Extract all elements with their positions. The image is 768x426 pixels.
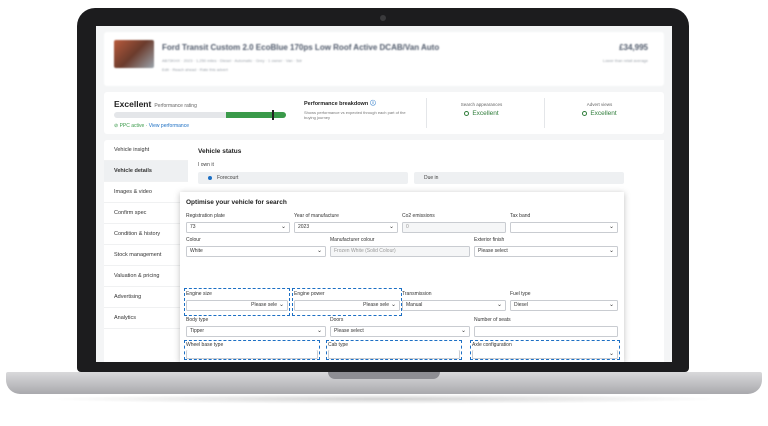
listing-actions[interactable]: Edit · Reach ahead · Rate this advert [162,67,228,72]
optimise-panel: Optimise your vehicle for search Registr… [180,192,624,362]
rating-value: Excellent [114,99,152,109]
performance-rating: Excellent Performance rating [114,99,197,109]
vehicle-thumbnail[interactable] [114,40,154,68]
laptop-base-notch [328,372,440,379]
manufacturer-colour-label: Manufacturer colour [330,237,375,243]
exterior-finish-select[interactable]: Please select ⌄ [474,246,618,257]
sidebar-item-condition-history[interactable]: Condition & history [104,224,188,245]
seats-input[interactable] [474,326,618,337]
status-option-due-in[interactable]: Due in [414,172,624,184]
tax-band-label: Tax band [510,213,531,219]
panel-title: Optimise your vehicle for search [186,199,287,206]
fuel-type-label: Fuel type [510,291,531,297]
engine-size-label: Engine size [186,291,212,297]
axle-config-label: Axle configuration [472,342,512,348]
screen: Ford Transit Custom 2.0 EcoBlue 170ps Lo… [96,26,672,362]
status-dot-icon [464,110,470,116]
co2-input[interactable]: 0 [402,222,506,233]
chevron-down-icon: ⌄ [608,302,614,308]
chevron-down-icon: ⌄ [390,302,396,308]
performance-marker [272,110,274,120]
colour-select[interactable]: White ⌄ [186,246,326,257]
exterior-finish-label: Exterior finish [474,237,505,243]
cab-type-label: Cab type [328,342,349,348]
co2-label: Co2 emissions [402,213,435,219]
body-type-label: Body type [186,317,209,323]
wheel-base-select[interactable] [186,350,318,359]
sidebar-item-stock-management[interactable]: Stock management [104,245,188,266]
colour-label: Colour [186,237,201,243]
transmission-label: Transmission [402,291,432,297]
chevron-down-icon: ⌄ [316,248,322,254]
metric-value: Excellent [427,110,536,117]
metric-search-appearances: Search appearances Excellent [426,98,536,128]
chevron-down-icon: ⌄ [496,302,502,308]
sidebar-item-vehicle-details[interactable]: Vehicle details [104,161,188,182]
laptop-base [6,372,762,394]
doors-label: Doors [330,317,344,323]
rating-label: Performance rating [154,103,197,109]
radio-selected-icon [208,175,212,180]
chevron-down-icon: ⌄ [316,328,322,334]
cab-type-select[interactable] [328,350,460,359]
performance-bar [114,112,286,118]
camera-icon [380,15,386,21]
wheel-base-label: Wheel base type [186,342,224,348]
chevron-down-icon: ⌄ [608,224,614,230]
manufacturer-colour-input[interactable]: Frozen White (Solid Colour) [330,246,470,257]
sidebar-item-valuation-pricing[interactable]: Valuation & pricing [104,266,188,287]
engine-power-input[interactable]: Please sele ⌄ [294,300,400,311]
chevron-down-icon: ⌄ [608,351,614,357]
own-label: I own it [198,162,214,168]
listing-price-note: Lower than retail average [602,58,648,63]
metric-advert-views: Advert views Excellent [544,98,654,128]
info-icon[interactable]: ⓘ [370,101,376,107]
laptop-shadow [40,394,728,404]
engine-power-label: Engine power [294,291,325,297]
engine-size-input[interactable]: Please sele ⌄ [186,300,288,311]
axle-config-select[interactable]: ⌄ [472,350,618,359]
chevron-down-icon: ⌄ [278,302,284,308]
body-type-select[interactable]: Tipper ⌄ [186,326,326,337]
performance-card: Excellent Performance rating ⊘ PPC active… [104,92,664,134]
listing-title: Ford Transit Custom 2.0 EcoBlue 170ps Lo… [162,43,440,52]
year-select[interactable]: 2023 ⌄ [294,222,398,233]
status-dot-icon [582,110,588,116]
chevron-down-icon: ⌄ [460,328,466,334]
sidebar-item-analytics[interactable]: Analytics [104,308,188,329]
sidebar-item-images-video[interactable]: Images & video [104,182,188,203]
chevron-down-icon: ⌄ [608,248,614,254]
sidebar-item-confirm-spec[interactable]: Confirm spec [104,203,188,224]
metric-value: Excellent [545,110,654,117]
registration-plate-select[interactable]: 73 ⌄ [186,222,290,233]
doors-select[interactable]: Please select ⌄ [330,326,470,337]
performance-bar-fill [225,112,286,118]
registration-plate-label: Registration plate [186,213,225,219]
year-label: Year of manufacture [294,213,339,219]
seats-label: Number of seats [474,317,511,323]
metric-label: Search appearances [460,102,503,107]
performance-breakdown: Performance breakdown ⓘ Shows performance… [304,99,416,120]
fuel-type-select[interactable]: Diesel ⌄ [510,300,618,311]
chevron-down-icon: ⌄ [280,224,286,230]
tax-band-select[interactable]: ⌄ [510,222,618,233]
section-title: Vehicle status [198,148,242,155]
ppc-status: ⊘ PPC active · View performance [114,123,189,129]
breakdown-desc: Shows performance vs expected through ea… [304,110,406,120]
listing-meta: AB73KHX · 2023 · 1,250 miles · Diesel · … [162,58,302,63]
ppc-active-label: PPC active [119,123,145,129]
sidebar-item-advertising[interactable]: Advertising [104,287,188,308]
status-option-forecourt[interactable]: Forecourt [198,172,408,184]
listing-price: £34,995 [619,43,648,52]
breakdown-title: Performance breakdown ⓘ [304,101,376,107]
sidebar: Vehicle insight Vehicle details Images &… [104,140,188,362]
metric-label: Advert views [586,102,613,107]
transmission-select[interactable]: Manual ⌄ [402,300,506,311]
chevron-down-icon: ⌄ [388,224,394,230]
listing-card: Ford Transit Custom 2.0 EcoBlue 170ps Lo… [104,32,664,86]
view-performance-link[interactable]: View performance [149,123,189,129]
check-circle-icon: ⊘ [114,123,119,129]
sidebar-item-vehicle-insight[interactable]: Vehicle insight [104,140,188,161]
